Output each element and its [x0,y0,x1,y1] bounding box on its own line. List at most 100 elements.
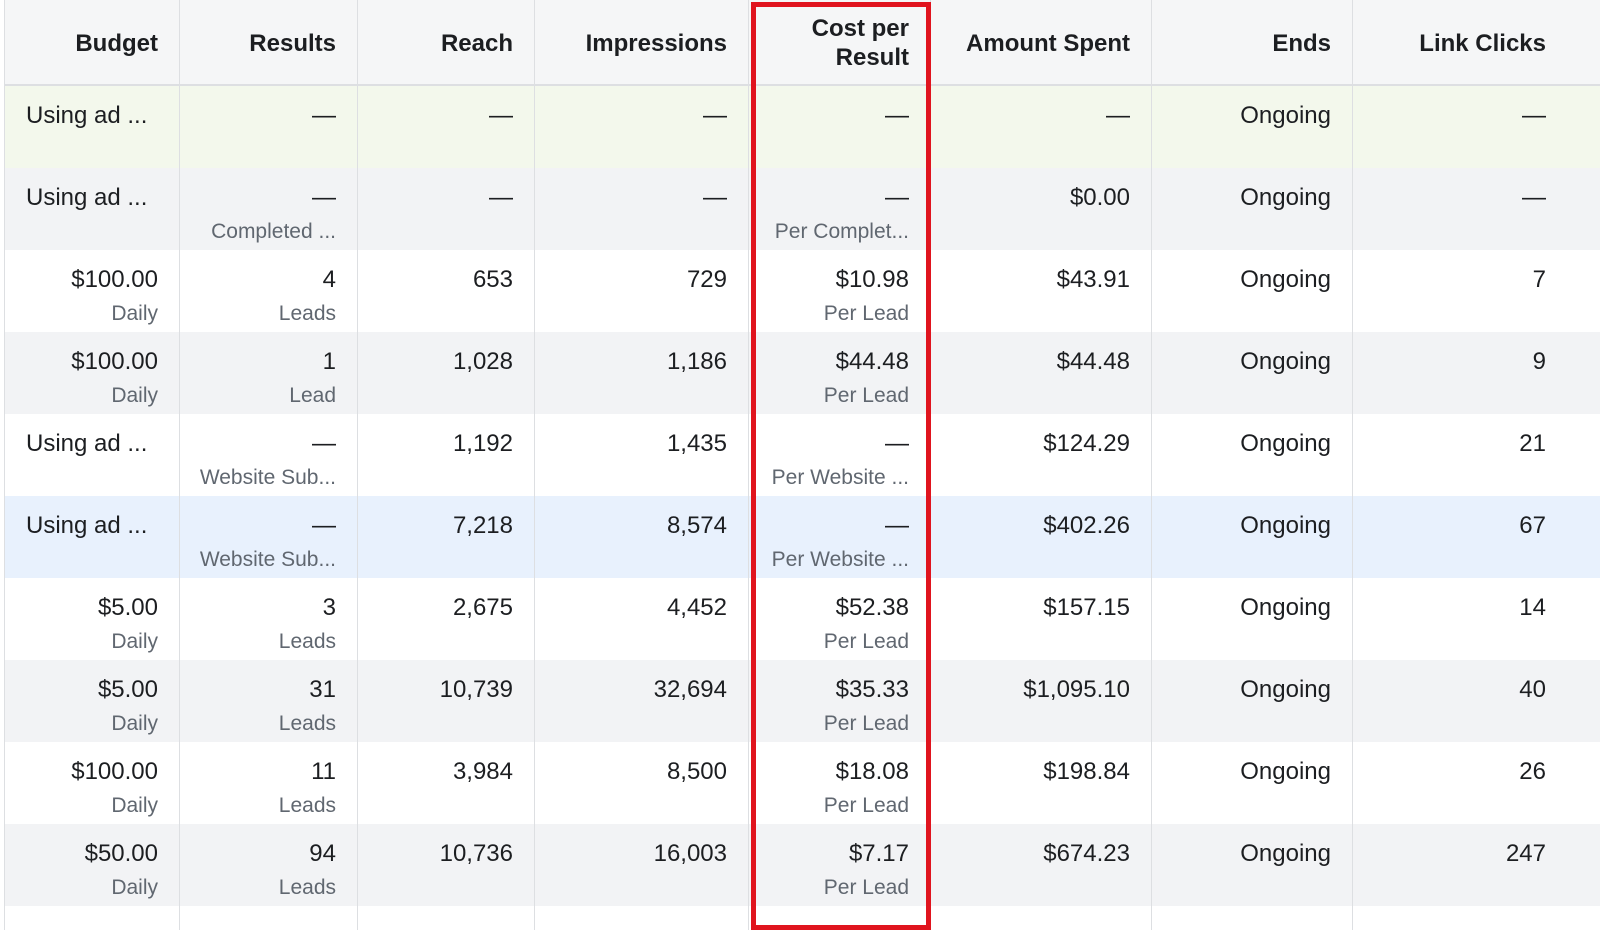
results-value: 31 [309,676,336,703]
cell-amount: $402.26 [931,496,1152,580]
column-header-amount-spent[interactable]: Amount Spent [931,0,1152,86]
amount-value: $1,095.10 [1023,676,1130,703]
cell-results: 4 Leads [180,250,358,334]
cell-impressions: 4,452 [535,578,749,662]
header-label: Impressions [585,29,727,57]
cost-value: $7.17 [848,840,909,867]
cell-cost: $35.33 Per Lead [749,660,931,744]
cost-value: $10.98 [835,266,909,293]
results-subtext: Leads [278,712,336,735]
cell-ends: Ongoing [1152,496,1353,580]
amount-value: $0.00 [1069,184,1130,211]
results-subtext: Leads [278,794,336,817]
budget-value: $50.00 [84,840,158,867]
table-row[interactable]: Using ad ... — Completed ... — — — Per Complet… [4,168,1600,250]
table-row[interactable]: $100.00 Daily 1 Lead 1,028 1,186 $44.48 Per Lea… [4,332,1600,414]
impressions-value: 8,574 [666,512,727,539]
results-subtext: Leads [278,302,336,325]
cell-ends: Ongoing [1152,168,1353,252]
amount-value: $43.91 [1056,266,1130,293]
cell-ends: Ongoing [1152,660,1353,744]
table-row[interactable]: Using ad ... — Website Sub... 1,192 1,435 — Pe… [4,414,1600,496]
column-header-reach[interactable]: Reach [358,0,535,86]
cost-subtext: Per Lead [823,630,909,653]
clicks-value: 14 [1519,594,1546,621]
impressions-value: — [703,184,727,211]
column-header-impressions[interactable]: Impressions [535,0,749,86]
cell-reach: 653 [358,250,535,334]
table-row[interactable]: $5.00 Daily 3 Leads 2,675 4,452 $52.38 Per Lead… [4,578,1600,660]
reach-value: 1,192 [452,430,513,457]
cell-clicks: 26 [1353,742,1568,826]
cell-budget: $100.00 Daily [4,250,180,334]
cell-cost: $52.38 Per Lead [749,578,931,662]
clicks-value: — [1522,184,1546,211]
cell-reach: 3,984 [358,742,535,826]
cell-amount: $1,095.10 [931,660,1152,744]
budget-subtext: Daily [111,794,158,817]
ends-value: Ongoing [1240,676,1331,703]
table-row[interactable]: Using ad ... — Website Sub... 7,218 8,574 — Pe… [4,496,1600,578]
column-header-ends[interactable]: Ends [1152,0,1353,86]
column-header-cost-per-result[interactable]: Cost per Result [749,0,931,86]
results-value: 1 [322,348,336,375]
cell-budget: Using ad ... [4,414,180,498]
results-subtext: Website Sub... [199,548,336,571]
table-row[interactable]: $5.00 Daily 31 Leads 10,739 32,694 $35.33 Per L… [4,660,1600,742]
budget-value: $100.00 [71,266,158,293]
budget-value: $5.00 [97,676,158,703]
cell-clicks: 9 [1353,332,1568,416]
impressions-value: 8,500 [666,758,727,785]
cell-clicks: 14 [1353,578,1568,662]
cell-results: — Website Sub... [180,414,358,498]
header-label: Amount Spent [966,29,1130,57]
cost-subtext: Per Website ... [771,466,909,489]
cell-ends: Ongoing [1152,250,1353,334]
column-header-link-clicks[interactable]: Link Clicks [1353,0,1568,86]
cell-impressions: 16,003 [535,824,749,908]
cell-results: 3 Leads [180,578,358,662]
cell-budget: $100.00 Daily [4,742,180,826]
cell-cost: — Per Website ... [749,414,931,498]
cell-ends: Ongoing [1152,578,1353,662]
cost-subtext: Per Lead [823,302,909,325]
table-row[interactable]: Using ad ... — — — — — Ongoing — [4,86,1600,168]
header-label: Results [249,29,336,57]
cell-clicks: — [1353,86,1568,170]
amount-value: $674.23 [1043,840,1130,867]
column-divider [357,0,358,930]
column-header-results[interactable]: Results [180,0,358,86]
table-header: Budget Results Reach Impressions Cost pe… [4,0,1600,86]
cost-value: $18.08 [835,758,909,785]
reach-value: 10,736 [439,840,513,867]
cell-impressions: 1,186 [535,332,749,416]
cell-ends: Ongoing [1152,742,1353,826]
results-value: 11 [311,758,336,785]
cell-amount: $44.48 [931,332,1152,416]
cost-value: — [885,184,909,211]
cost-subtext: Per Lead [823,384,909,407]
header-label: Ends [1272,29,1331,57]
cost-value: $52.38 [835,594,909,621]
column-header-budget[interactable]: Budget [4,0,180,86]
cost-value: — [885,430,909,457]
ends-value: Ongoing [1240,102,1331,129]
clicks-value: 26 [1519,758,1546,785]
column-divider [1352,0,1353,930]
ends-value: Ongoing [1240,184,1331,211]
column-divider [930,0,931,930]
cost-value: $35.33 [835,676,909,703]
table-row[interactable]: $50.00 Daily 94 Leads 10,736 16,003 $7.17 Per L… [4,824,1600,906]
reach-value: 1,028 [452,348,513,375]
cell-ends: Ongoing [1152,824,1353,908]
cell-results: 11 Leads [180,742,358,826]
cost-value: — [885,512,909,539]
table-row[interactable]: $100.00 Daily 4 Leads 653 729 $10.98 Per Lead $4… [4,250,1600,332]
results-value: 4 [322,266,336,293]
amount-value: $44.48 [1056,348,1130,375]
impressions-value: — [703,102,727,129]
table-row[interactable]: $100.00 Daily 11 Leads 3,984 8,500 $18.08 Per L… [4,742,1600,824]
ends-value: Ongoing [1240,758,1331,785]
cost-subtext: Per Lead [823,876,909,899]
clicks-value: 7 [1532,266,1546,293]
